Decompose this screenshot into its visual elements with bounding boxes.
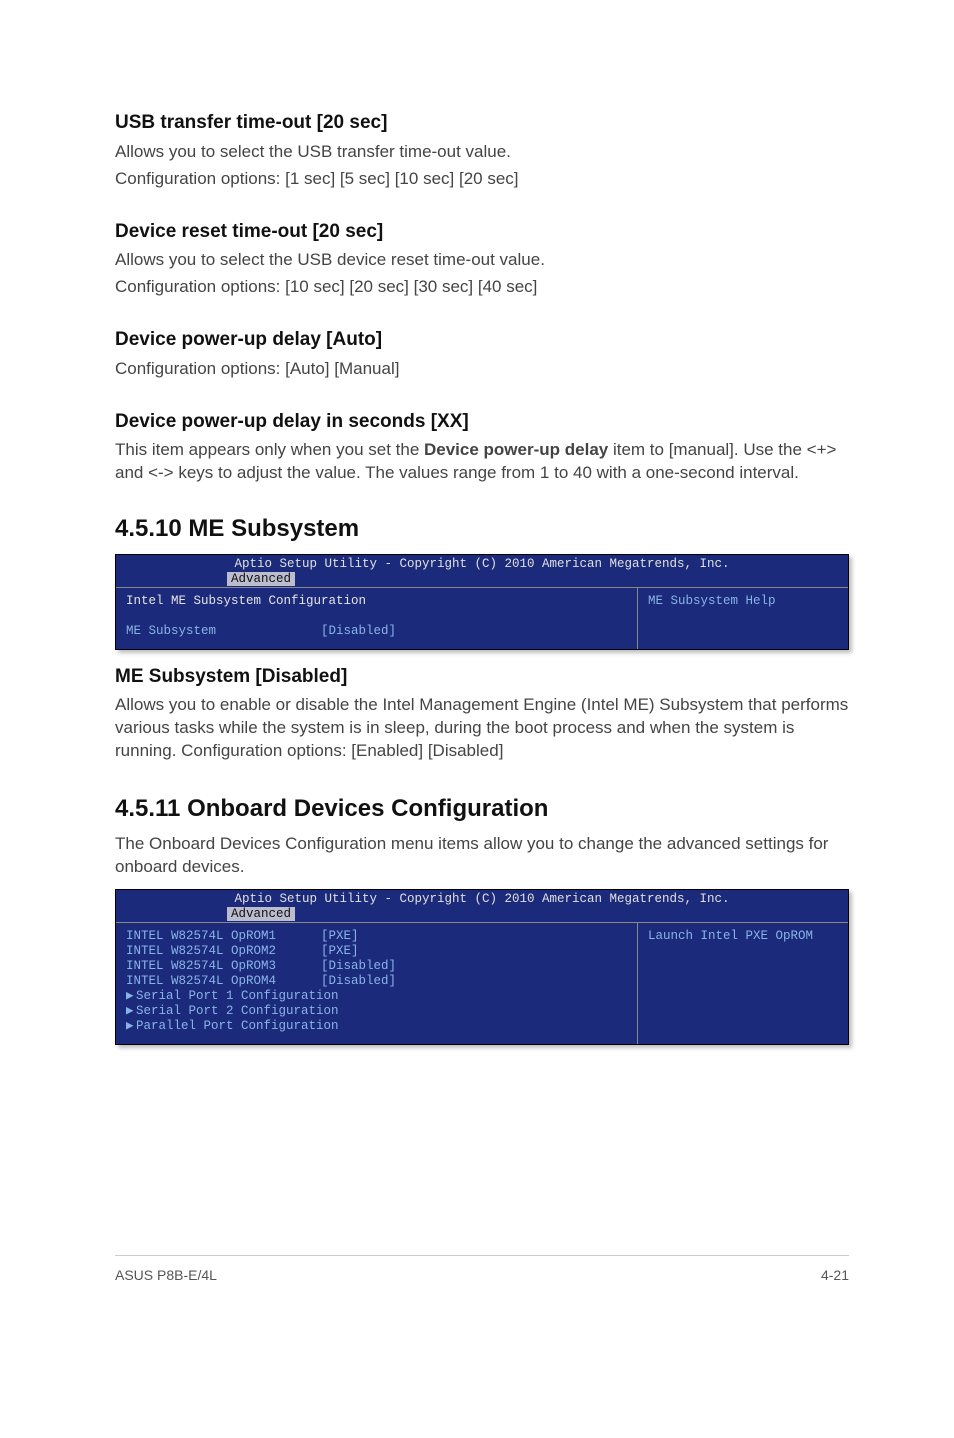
bios-tab-row: Advanced <box>116 907 848 922</box>
bios-option-row: INTEL W82574L OpROM4 [Disabled] <box>126 974 396 988</box>
triangle-right-icon: ▶ <box>126 1004 136 1019</box>
bios-option-row: ME Subsystem [Disabled] <box>126 624 396 638</box>
bios-header: Aptio Setup Utility - Copyright (C) 2010… <box>116 555 848 572</box>
bios-option-row: INTEL W82574L OpROM2 [PXE] <box>126 944 359 958</box>
text-usb-transfer-opts: Configuration options: [1 sec] [5 sec] [… <box>115 168 849 191</box>
heading-usb-transfer: USB transfer time-out [20 sec] <box>115 110 849 136</box>
text-fragment: This item appears only when you set the <box>115 440 424 459</box>
text-usb-transfer-desc: Allows you to select the USB transfer ti… <box>115 141 849 164</box>
bios-header: Aptio Setup Utility - Copyright (C) 2010… <box>116 890 848 907</box>
footer-left: ASUS P8B-E/4L <box>115 1266 217 1285</box>
heading-4-5-11: 4.5.11 Onboard Devices Configuration <box>115 793 849 825</box>
bios-left-pane: Intel ME Subsystem Configuration ME Subs… <box>116 587 638 649</box>
bios-left-pane: INTEL W82574L OpROM1 [PXE] INTEL W82574L… <box>116 922 638 1044</box>
bios-help-pane: ME Subsystem Help <box>638 587 848 649</box>
heading-powerup-delay: Device power-up delay [Auto] <box>115 327 849 353</box>
bios-tab-row: Advanced <box>116 572 848 587</box>
bios-submenu-link: Parallel Port Configuration <box>136 1019 339 1033</box>
heading-4-5-10: 4.5.10 ME Subsystem <box>115 513 849 545</box>
page-footer: ASUS P8B-E/4L 4-21 <box>115 1255 849 1285</box>
text-device-reset-opts: Configuration options: [10 sec] [20 sec]… <box>115 276 849 299</box>
text-device-reset-desc: Allows you to select the USB device rese… <box>115 249 849 272</box>
triangle-right-icon: ▶ <box>126 989 136 1004</box>
text-fragment-bold: Device power-up delay <box>424 440 608 459</box>
bios-tab-advanced: Advanced <box>227 572 295 586</box>
bios-submenu-link: Serial Port 2 Configuration <box>136 1004 339 1018</box>
bios-option-row: INTEL W82574L OpROM3 [Disabled] <box>126 959 396 973</box>
triangle-right-icon: ▶ <box>126 1019 136 1034</box>
text-onboard-devices-intro: The Onboard Devices Configuration menu i… <box>115 833 849 879</box>
heading-me-subsystem-disabled: ME Subsystem [Disabled] <box>115 664 849 690</box>
footer-page-number: 4-21 <box>821 1266 849 1285</box>
text-powerup-delay-seconds-desc: This item appears only when you set the … <box>115 439 849 485</box>
bios-tab-advanced: Advanced <box>227 907 295 921</box>
text-powerup-delay-opts: Configuration options: [Auto] [Manual] <box>115 358 849 381</box>
heading-powerup-delay-seconds: Device power-up delay in seconds [XX] <box>115 409 849 435</box>
bios-section-title: Intel ME Subsystem Configuration <box>126 594 366 608</box>
heading-device-reset: Device reset time-out [20 sec] <box>115 219 849 245</box>
bios-screenshot-onboard-devices: Aptio Setup Utility - Copyright (C) 2010… <box>115 889 849 1045</box>
bios-submenu-link: Serial Port 1 Configuration <box>136 989 339 1003</box>
text-me-subsystem-desc: Allows you to enable or disable the Inte… <box>115 694 849 763</box>
bios-screenshot-me-subsystem: Aptio Setup Utility - Copyright (C) 2010… <box>115 554 849 650</box>
bios-help-pane: Launch Intel PXE OpROM <box>638 922 848 1044</box>
bios-option-row: INTEL W82574L OpROM1 [PXE] <box>126 929 359 943</box>
